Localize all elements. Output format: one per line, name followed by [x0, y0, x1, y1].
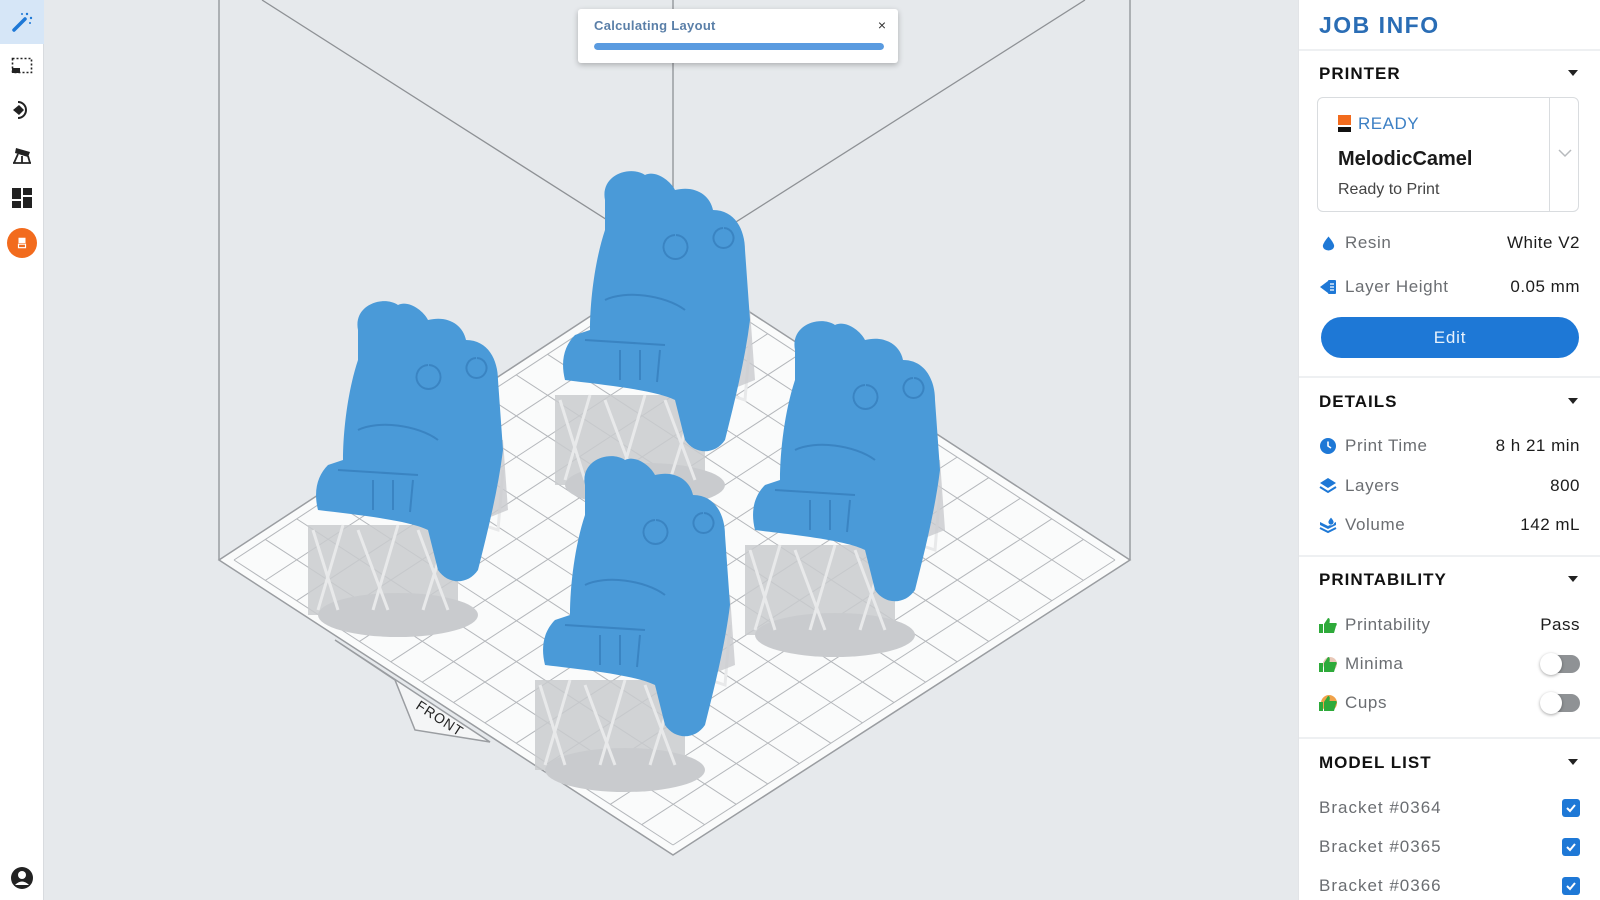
left-toolbar — [0, 0, 44, 900]
resin-row: Resin White V2 — [1319, 231, 1580, 255]
model-list-item[interactable]: Bracket #0365 — [1319, 835, 1580, 859]
toast-title: Calculating Layout — [594, 18, 716, 33]
printability-value: Pass — [1540, 615, 1580, 634]
volume-icon — [1319, 516, 1337, 534]
divider — [1299, 555, 1600, 557]
chevron-down-icon[interactable] — [1558, 146, 1572, 160]
printability-section-caret-icon[interactable] — [1568, 576, 1578, 582]
divider — [1299, 376, 1600, 378]
calculating-layout-toast: Calculating Layout × — [578, 9, 898, 63]
job-info-panel: JOB INFO PRINTER READY MelodicCamel Read… — [1298, 0, 1600, 900]
model-list-section-heading: MODEL LIST — [1319, 753, 1432, 772]
toggle-knob — [1540, 692, 1562, 714]
printer-status-icon — [1338, 115, 1351, 132]
volume-label: Volume — [1345, 515, 1406, 534]
printer-selector[interactable]: READY MelodicCamel Ready to Print — [1317, 97, 1579, 212]
print-time-label: Print Time — [1345, 436, 1428, 455]
model-name: Bracket #0366 — [1319, 876, 1442, 895]
resin-label: Resin — [1345, 233, 1392, 252]
layer-height-icon — [1319, 278, 1337, 296]
print-time-row: Print Time 8 h 21 min — [1319, 434, 1580, 458]
resin-drop-icon — [1319, 234, 1337, 252]
layout-tool-button[interactable] — [0, 176, 44, 220]
details-section-heading: DETAILS — [1319, 392, 1398, 411]
minima-toggle[interactable] — [1540, 653, 1580, 675]
printer-section-caret-icon[interactable] — [1568, 70, 1578, 76]
model-list-item[interactable]: Bracket #0364 — [1319, 796, 1580, 820]
cups-label: Cups — [1345, 693, 1388, 712]
printer-status: READY — [1358, 114, 1420, 133]
resin-value: White V2 — [1507, 233, 1580, 252]
layout-grid-icon — [12, 188, 32, 208]
volume-value: 142 mL — [1520, 515, 1580, 534]
edit-printer-settings-button[interactable]: Edit — [1321, 317, 1579, 358]
toast-close-button[interactable]: × — [878, 17, 886, 33]
printability-label: Printability — [1345, 615, 1431, 634]
toast-progress-fill — [594, 43, 884, 50]
model-name: Bracket #0364 — [1319, 798, 1442, 817]
toast-progress-bar — [594, 43, 884, 50]
clock-icon — [1319, 437, 1337, 455]
layers-value: 800 — [1550, 476, 1580, 495]
supports-tool-button[interactable] — [0, 132, 44, 176]
cups-thumbs-up-icon — [1319, 694, 1337, 712]
layer-height-row: Layer Height 0.05 mm — [1319, 275, 1580, 299]
model-visible-checkbox[interactable] — [1562, 877, 1580, 895]
supports-icon — [13, 148, 31, 164]
print-job-tool-button[interactable] — [0, 221, 44, 265]
minima-row: Minima — [1319, 652, 1580, 676]
panel-title: JOB INFO — [1319, 12, 1440, 38]
printer-section-heading: PRINTER — [1319, 64, 1401, 83]
3d-viewport[interactable]: FRONT Calculating Layout × — [45, 0, 1298, 900]
print-time-value: 8 h 21 min — [1495, 436, 1580, 455]
divider — [1299, 737, 1600, 739]
model-visible-checkbox[interactable] — [1562, 799, 1580, 817]
account-button[interactable] — [0, 856, 44, 900]
account-icon — [11, 867, 33, 889]
layers-row: Layers 800 — [1319, 474, 1580, 498]
volume-row: Volume 142 mL — [1319, 513, 1580, 537]
minima-label: Minima — [1345, 654, 1404, 673]
orientation-tool-button[interactable] — [0, 88, 44, 132]
preform-app: FRONT Calculating Layout × JOB INFO PRIN… — [0, 0, 1600, 900]
rotate-orient-icon — [13, 101, 27, 119]
details-section-caret-icon[interactable] — [1568, 398, 1578, 404]
layers-label: Layers — [1345, 476, 1400, 495]
select-tool-button[interactable] — [0, 44, 44, 88]
printer-substatus: Ready to Print — [1338, 181, 1440, 198]
minima-thumbs-up-icon — [1319, 655, 1337, 673]
auto-setup-tool-button[interactable] — [0, 0, 44, 44]
checkmark-icon — [1566, 804, 1576, 813]
model-name: Bracket #0365 — [1319, 837, 1442, 856]
thumbs-up-icon — [1319, 616, 1337, 634]
model-visible-checkbox[interactable] — [1562, 838, 1580, 856]
divider — [1299, 49, 1600, 51]
layer-height-label: Layer Height — [1345, 277, 1449, 296]
layers-icon — [1319, 477, 1337, 495]
magic-wand-icon — [12, 12, 33, 32]
printer-card-separator — [1549, 98, 1550, 211]
layer-height-value: 0.05 mm — [1510, 277, 1580, 296]
selection-box-icon — [11, 57, 33, 74]
checkmark-icon — [1566, 843, 1576, 852]
print-scene: FRONT — [217, 0, 1132, 856]
model-list-item[interactable]: Bracket #0366 — [1319, 874, 1580, 898]
printability-row: Printability Pass — [1319, 613, 1580, 637]
cups-toggle[interactable] — [1540, 692, 1580, 714]
cups-row: Cups — [1319, 691, 1580, 715]
model-list-section-caret-icon[interactable] — [1568, 759, 1578, 765]
printer-name: MelodicCamel — [1338, 148, 1473, 170]
print-job-icon — [7, 228, 37, 258]
checkmark-icon — [1566, 882, 1576, 891]
toggle-knob — [1540, 653, 1562, 675]
printability-section-heading: PRINTABILITY — [1319, 570, 1447, 589]
